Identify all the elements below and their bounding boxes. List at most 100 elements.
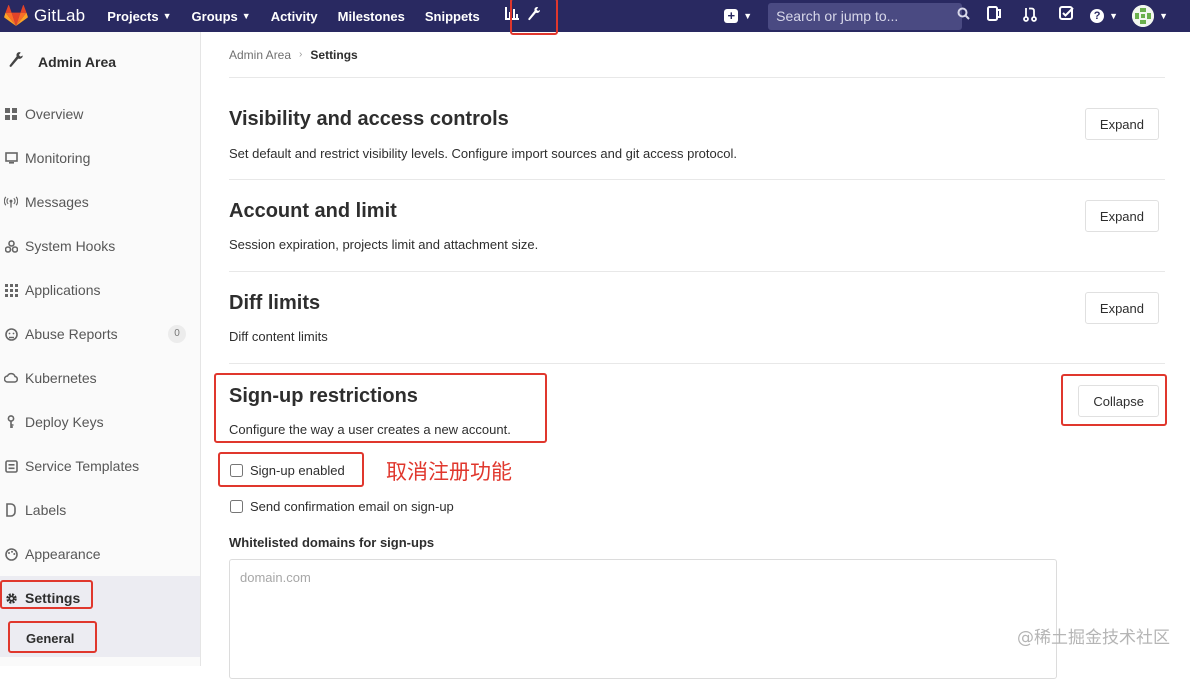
gear-icon (4, 591, 18, 605)
sidebar-title: Admin Area (38, 54, 116, 70)
todos-button[interactable] (1048, 0, 1084, 32)
search-input[interactable] (776, 8, 957, 24)
sidebar-item-monitoring[interactable]: Monitoring (0, 136, 200, 180)
section-visibility: Visibility and access controls Set defau… (229, 78, 1165, 180)
wrench-icon (8, 51, 24, 74)
section-description: Session expiration, projects limit and a… (229, 237, 538, 252)
admin-area-button[interactable] (510, 0, 558, 35)
section-description: Set default and restrict visibility leve… (229, 146, 737, 161)
annotation-text: 取消注册功能 (386, 456, 512, 486)
sidebar-header[interactable]: Admin Area (0, 32, 200, 92)
broadcast-icon (4, 195, 18, 209)
breadcrumb-parent[interactable]: Admin Area (229, 48, 291, 62)
section-title: Diff limits (229, 292, 320, 315)
label-icon (4, 503, 18, 517)
sidebar-item-deploy-keys[interactable]: Deploy Keys (0, 400, 200, 444)
nav-projects[interactable]: Projects▼ (107, 9, 171, 24)
sidebar-item-system-hooks[interactable]: System Hooks (0, 224, 200, 268)
breadcrumb-current: Settings (310, 48, 357, 62)
sidebar-subitem-label: General (26, 631, 74, 646)
chevron-down-icon: ▼ (1159, 11, 1168, 21)
sidebar-item-overview[interactable]: Overview (0, 92, 200, 136)
sidebar-item-settings[interactable]: Settings (0, 576, 200, 620)
sidebar-item-label: Overview (25, 106, 83, 122)
whitelist-label: Whitelisted domains for sign-ups (229, 535, 434, 550)
main-content: Admin Area › Settings Visibility and acc… (229, 32, 1165, 666)
merge-requests-button[interactable] (1012, 0, 1048, 32)
count-badge: 0 (168, 325, 186, 343)
issues-icon (987, 6, 1001, 26)
nav-activity-label: Activity (271, 9, 318, 24)
section-title: Account and limit (229, 200, 397, 223)
wrench-icon (527, 6, 541, 27)
chevron-down-icon: ▼ (242, 11, 251, 21)
sidebar-item-label: Appearance (25, 546, 101, 562)
expand-button[interactable]: Expand (1085, 108, 1159, 140)
monitor-icon (4, 151, 18, 165)
sidebar-item-labels[interactable]: Labels (0, 488, 200, 532)
chevron-down-icon: ▼ (743, 11, 752, 21)
signup-enabled-label: Sign-up enabled (250, 463, 345, 478)
sidebar-item-label: Monitoring (25, 150, 90, 166)
expand-button[interactable]: Expand (1085, 292, 1159, 324)
new-dropdown-button[interactable]: +▼ (724, 9, 752, 23)
sidebar-item-abuse-reports[interactable]: Abuse Reports 0 (0, 312, 200, 356)
expand-button[interactable]: Expand (1085, 200, 1159, 232)
confirmation-email-checkbox-row[interactable]: Send confirmation email on sign-up (230, 499, 454, 514)
issues-button[interactable] (976, 0, 1012, 32)
nav-milestones-label: Milestones (338, 9, 405, 24)
sidebar-item-label: Messages (25, 194, 89, 210)
section-title: Sign-up restrictions (229, 385, 418, 408)
merge-request-icon (1023, 6, 1037, 27)
gitlab-logo-icon (4, 5, 28, 27)
brand-name: GitLab (34, 6, 85, 26)
todo-check-icon (1059, 6, 1074, 26)
search-icon (957, 7, 970, 25)
chevron-down-icon: ▼ (163, 11, 172, 21)
search-box[interactable] (768, 3, 962, 30)
watermark: @稀土掘金技术社区 (1017, 623, 1170, 648)
key-icon (4, 415, 18, 429)
sidebar-item-messages[interactable]: Messages (0, 180, 200, 224)
user-menu-button[interactable]: ▼ (1132, 5, 1168, 27)
grid-icon (4, 107, 18, 121)
chevron-right-icon: › (299, 49, 302, 60)
hook-icon (4, 239, 18, 253)
nav-snippets[interactable]: Snippets (425, 9, 480, 24)
section-title: Visibility and access controls (229, 108, 509, 131)
sidebar-item-label: Service Templates (25, 458, 139, 474)
sidebar-item-applications[interactable]: Applications (0, 268, 200, 312)
brand-link[interactable]: GitLab (0, 0, 85, 32)
cloud-icon (4, 371, 18, 385)
nav-activity[interactable]: Activity (271, 9, 318, 24)
sidebar-item-label: Applications (25, 282, 101, 298)
avatar (1132, 5, 1154, 27)
nav-milestones[interactable]: Milestones (338, 9, 405, 24)
sidebar-item-label: Labels (25, 502, 66, 518)
abuse-icon (4, 327, 18, 341)
collapse-button[interactable]: Collapse (1078, 385, 1159, 417)
section-description: Diff content limits (229, 329, 328, 344)
section-description: Configure the way a user creates a new a… (229, 422, 511, 437)
sidebar-subitem-general[interactable]: General (0, 620, 200, 657)
nav-snippets-label: Snippets (425, 9, 480, 24)
top-navbar: GitLab Projects▼ Groups ▼ Activity Milest… (0, 0, 1190, 32)
signup-enabled-checkbox-row[interactable]: Sign-up enabled (230, 463, 345, 478)
sidebar-item-label: Settings (25, 590, 80, 606)
confirmation-email-label: Send confirmation email on sign-up (250, 499, 454, 514)
help-dropdown-button[interactable]: ?▼ (1090, 9, 1118, 23)
sidebar-item-appearance[interactable]: Appearance (0, 532, 200, 576)
sidebar-item-label: System Hooks (25, 238, 115, 254)
signup-enabled-checkbox[interactable] (230, 464, 243, 477)
apps-icon (4, 283, 18, 297)
confirmation-email-checkbox[interactable] (230, 500, 243, 513)
admin-sidebar: Admin Area Overview Monitoring Messages … (0, 32, 201, 666)
sidebar-item-label: Kubernetes (25, 370, 97, 386)
sidebar-item-kubernetes[interactable]: Kubernetes (0, 356, 200, 400)
nav-groups-label: Groups (192, 9, 238, 24)
breadcrumb: Admin Area › Settings (229, 32, 1165, 78)
sidebar-item-service-templates[interactable]: Service Templates (0, 444, 200, 488)
plus-icon: + (724, 9, 738, 23)
nav-groups[interactable]: Groups ▼ (192, 9, 251, 24)
whitelist-domains-textarea[interactable] (229, 559, 1057, 679)
